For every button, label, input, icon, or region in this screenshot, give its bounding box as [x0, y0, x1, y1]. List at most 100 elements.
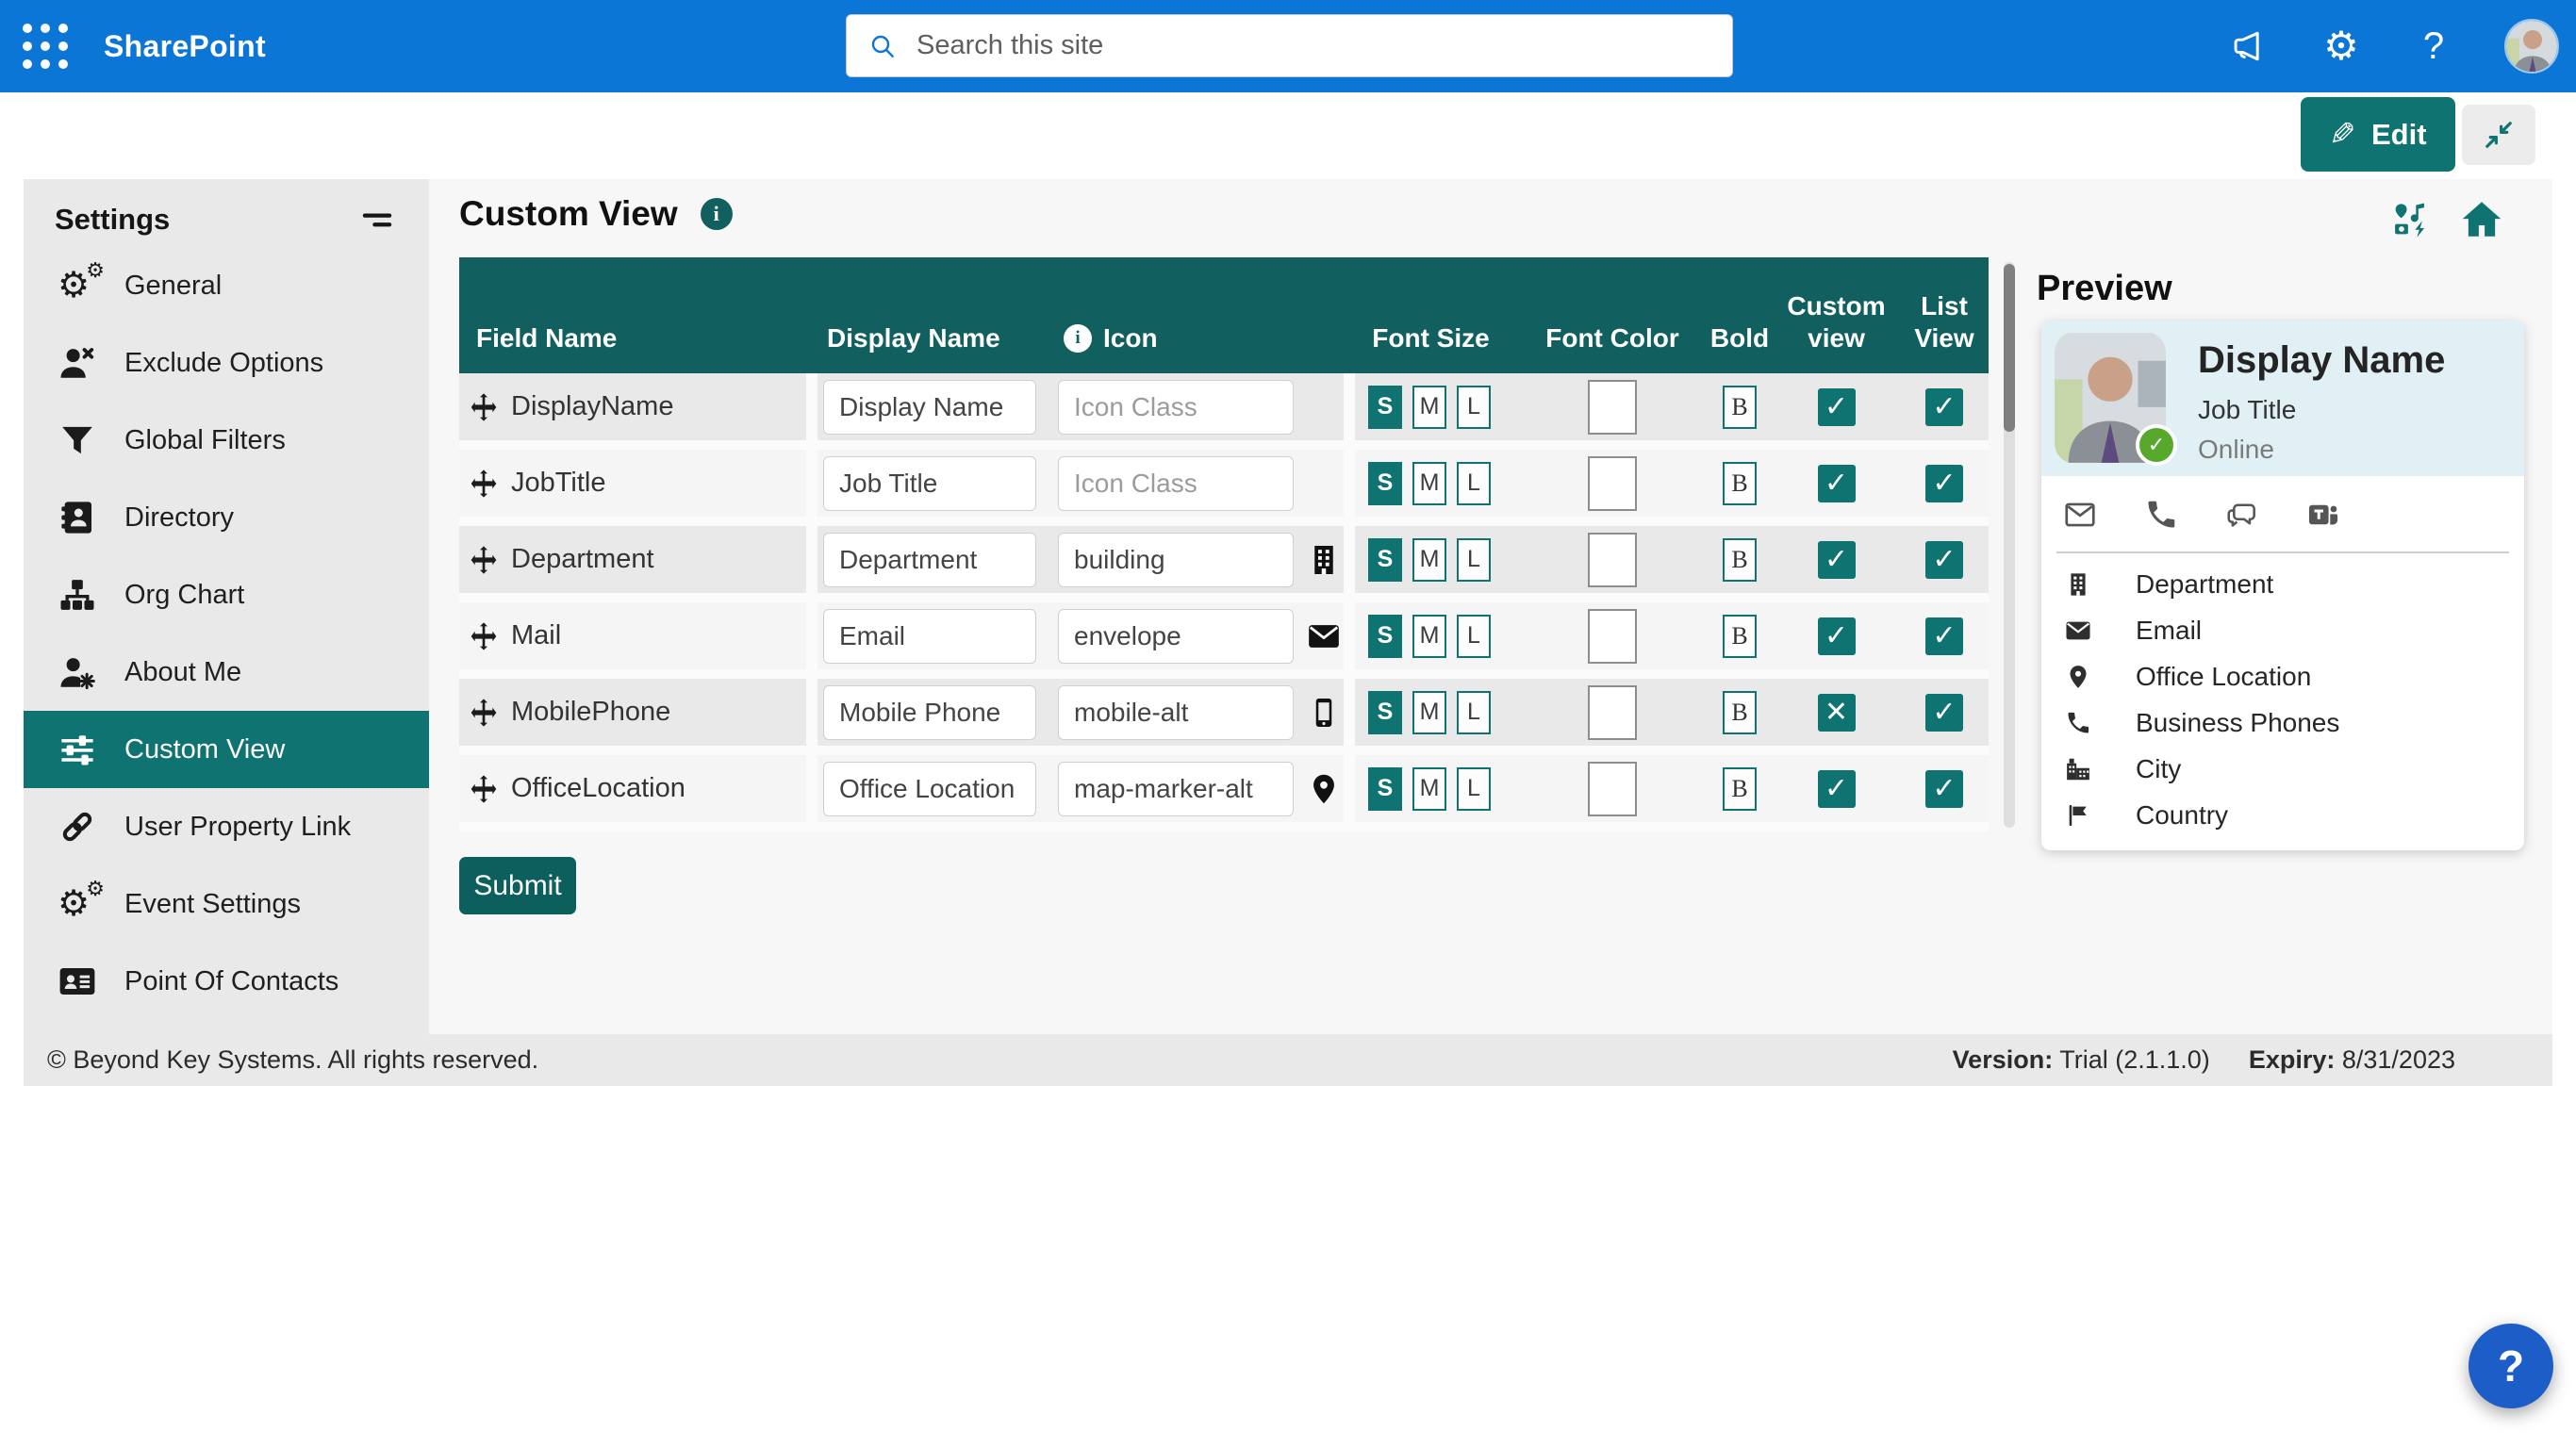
font-size-l-button[interactable]: L: [1457, 766, 1491, 811]
table-scrollbar-thumb[interactable]: [2004, 264, 2015, 432]
page-info-icon[interactable]: i: [700, 198, 733, 230]
move-icon[interactable]: [469, 469, 499, 499]
font-size-s-button[interactable]: S: [1368, 385, 1402, 429]
copyright-text: © Beyond Key Systems. All rights reserve…: [47, 1045, 539, 1074]
font-color-picker[interactable]: [1588, 684, 1637, 740]
move-icon[interactable]: [469, 621, 499, 651]
sidebar-item-user-property-link[interactable]: User Property Link: [24, 788, 429, 865]
font-color-picker[interactable]: [1588, 532, 1637, 587]
bold-button[interactable]: B: [1723, 461, 1757, 505]
sidebar-item-exclude-options[interactable]: Exclude Options: [24, 324, 429, 402]
icon-info-icon[interactable]: i: [1064, 324, 1092, 353]
sidebar-item-directory[interactable]: Directory: [24, 479, 429, 556]
custom-view-checkbox[interactable]: ✓: [1817, 617, 1856, 655]
display-name-input[interactable]: [823, 608, 1036, 664]
list-view-checkbox[interactable]: ✓: [1925, 693, 1963, 732]
envelope-icon: [1303, 616, 1344, 657]
move-icon[interactable]: [469, 698, 499, 728]
sidebar-item-global-filters[interactable]: Global Filters: [24, 402, 429, 479]
list-view-checkbox[interactable]: ✓: [1925, 617, 1963, 655]
pencil-icon: ✎: [2329, 116, 2356, 153]
help-fab-button[interactable]: ?: [2469, 1324, 2553, 1408]
list-view-checkbox[interactable]: ✓: [1925, 387, 1963, 426]
phone-icon[interactable]: [2143, 497, 2179, 533]
sidebar-item-about-me[interactable]: About Me: [24, 634, 429, 711]
custom-view-checkbox[interactable]: ✕: [1817, 693, 1856, 732]
font-size-s-button[interactable]: S: [1368, 690, 1402, 734]
settings-gear-icon[interactable]: ⚙: [2320, 25, 2363, 68]
bold-button[interactable]: B: [1723, 690, 1757, 734]
bold-button[interactable]: B: [1723, 766, 1757, 811]
font-size-l-button[interactable]: L: [1457, 690, 1491, 734]
icon-class-input[interactable]: [1058, 761, 1294, 816]
chat-icon[interactable]: [2224, 497, 2260, 533]
teams-icon[interactable]: [2305, 497, 2341, 533]
preview-job-title: Job Title: [2198, 395, 2297, 424]
custom-view-checkbox[interactable]: ✓: [1817, 387, 1856, 426]
custom-view-checkbox[interactable]: ✓: [1817, 769, 1856, 808]
sidebar-item-org-chart[interactable]: Org Chart: [24, 556, 429, 634]
display-name-input[interactable]: [823, 455, 1036, 511]
preview-field-label: Business Phones: [2136, 707, 2340, 737]
font-size-l-button[interactable]: L: [1457, 614, 1491, 658]
envelope-icon: [2064, 617, 2092, 645]
submit-button[interactable]: Submit: [459, 857, 576, 914]
bold-button[interactable]: B: [1723, 614, 1757, 658]
list-view-checkbox[interactable]: ✓: [1925, 769, 1963, 808]
font-size-l-button[interactable]: L: [1457, 461, 1491, 505]
app-launcher-waffle-icon[interactable]: [0, 0, 91, 92]
user-avatar[interactable]: [2504, 19, 2559, 74]
font-color-picker[interactable]: [1588, 455, 1637, 511]
font-color-picker[interactable]: [1588, 608, 1637, 664]
icon-class-input[interactable]: [1058, 532, 1294, 587]
display-name-input[interactable]: [823, 379, 1036, 435]
list-view-checkbox[interactable]: ✓: [1925, 540, 1963, 579]
bold-button[interactable]: B: [1723, 385, 1757, 429]
help-icon[interactable]: ?: [2412, 25, 2455, 68]
font-size-s-button[interactable]: S: [1368, 766, 1402, 811]
display-name-input[interactable]: [823, 684, 1036, 740]
display-name-input[interactable]: [823, 532, 1036, 587]
icon-class-input[interactable]: [1058, 379, 1294, 435]
font-size-m-button[interactable]: M: [1412, 614, 1446, 658]
user-gear-icon: [55, 650, 100, 695]
font-size-l-button[interactable]: L: [1457, 537, 1491, 582]
sidebar-item-custom-view[interactable]: Custom View: [24, 711, 429, 788]
list-view-checkbox[interactable]: ✓: [1925, 464, 1963, 502]
font-size-s-button[interactable]: S: [1368, 461, 1402, 505]
preview-presence-text: Online: [2198, 435, 2274, 464]
megaphone-icon[interactable]: [2227, 25, 2271, 68]
custom-view-checkbox[interactable]: ✓: [1817, 464, 1856, 502]
font-size-m-button[interactable]: M: [1412, 537, 1446, 582]
sidebar-item-general[interactable]: ⚙ ⚙ General: [24, 247, 429, 324]
mail-icon[interactable]: [2062, 497, 2098, 533]
search-input[interactable]: [916, 30, 1711, 61]
font-color-picker[interactable]: [1588, 761, 1637, 816]
collapse-button[interactable]: [2462, 105, 2535, 165]
icon-class-input[interactable]: [1058, 608, 1294, 664]
home-icon[interactable]: [2458, 196, 2505, 243]
edit-button[interactable]: ✎ Edit: [2301, 97, 2455, 172]
sidebar-item-label: Event Settings: [124, 888, 301, 919]
display-name-input[interactable]: [823, 761, 1036, 816]
font-size-s-button[interactable]: S: [1368, 614, 1402, 658]
font-size-m-button[interactable]: M: [1412, 690, 1446, 734]
sidebar-item-point-of-contacts[interactable]: Point Of Contacts: [24, 943, 429, 1020]
icon-class-input[interactable]: [1058, 684, 1294, 740]
app-title[interactable]: SharePoint: [104, 29, 266, 64]
move-icon[interactable]: [469, 545, 499, 575]
bold-button[interactable]: B: [1723, 537, 1757, 582]
font-size-s-button[interactable]: S: [1368, 537, 1402, 582]
icon-set-icon[interactable]: [2388, 198, 2432, 241]
sidebar-item-event-settings[interactable]: ⚙ ⚙ Event Settings: [24, 865, 429, 943]
font-size-m-button[interactable]: M: [1412, 461, 1446, 505]
move-icon[interactable]: [469, 774, 499, 804]
icon-class-input[interactable]: [1058, 455, 1294, 511]
custom-view-checkbox[interactable]: ✓: [1817, 540, 1856, 579]
font-size-l-button[interactable]: L: [1457, 385, 1491, 429]
font-size-m-button[interactable]: M: [1412, 766, 1446, 811]
font-size-m-button[interactable]: M: [1412, 385, 1446, 429]
menu-toggle-icon[interactable]: [357, 200, 397, 239]
move-icon[interactable]: [469, 392, 499, 422]
font-color-picker[interactable]: [1588, 379, 1637, 435]
